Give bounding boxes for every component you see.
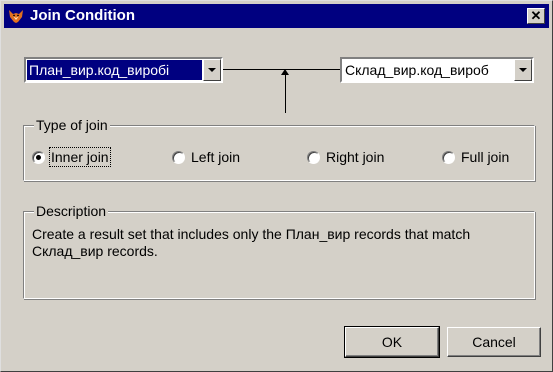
close-button[interactable]: ✕: [527, 8, 545, 24]
radio-button[interactable]: [307, 150, 320, 164]
radio-full-join-label: Full join: [461, 149, 510, 165]
radio-inner-join-label: Inner join: [49, 147, 111, 167]
left-field-dropdown-button[interactable]: [203, 59, 221, 81]
radio-button-checked[interactable]: [32, 150, 45, 164]
radio-inner-join[interactable]: Inner join: [32, 146, 111, 168]
ok-button[interactable]: OK: [344, 326, 440, 358]
fox-app-icon: [9, 10, 23, 23]
arrow-up-icon: [281, 69, 289, 75]
radio-left-join[interactable]: Left join: [172, 146, 240, 168]
join-type-group: Type of join Inner join Left join Right …: [23, 117, 535, 181]
description-group-label: Description: [34, 203, 109, 219]
join-connector-stem: [285, 73, 286, 113]
description-line-1: Create a result set that includes only t…: [32, 226, 471, 242]
left-field-combobox[interactable]: План_вир.код_виробі: [24, 57, 223, 83]
right-field-combobox[interactable]: Склад_вир.код_вироб: [340, 57, 534, 83]
radio-right-join[interactable]: Right join: [307, 146, 384, 168]
join-type-group-label: Type of join: [34, 117, 110, 133]
description-line-2: Склад_вир records.: [32, 243, 158, 259]
radio-right-join-label: Right join: [326, 149, 385, 165]
title-bar[interactable]: Join Condition ✕: [4, 4, 549, 28]
join-condition-dialog: Join Condition ✕ План_вир.код_виробі Скл…: [0, 0, 553, 372]
radio-button[interactable]: [442, 150, 455, 164]
radio-button[interactable]: [172, 150, 185, 164]
right-field-value: Склад_вир.код_вироб: [345, 62, 489, 78]
radio-left-join-label: Left join: [191, 149, 241, 165]
dialog-title: Join Condition: [30, 7, 135, 24]
description-group: Description Create a result set that inc…: [23, 203, 535, 299]
description-text: Create a result set that includes only t…: [32, 226, 526, 260]
right-field-dropdown-button[interactable]: [514, 59, 532, 81]
close-icon: ✕: [530, 8, 542, 23]
cancel-button[interactable]: Cancel: [447, 327, 541, 357]
left-field-value: План_вир.код_виробі: [27, 60, 202, 80]
radio-full-join[interactable]: Full join: [442, 146, 509, 168]
